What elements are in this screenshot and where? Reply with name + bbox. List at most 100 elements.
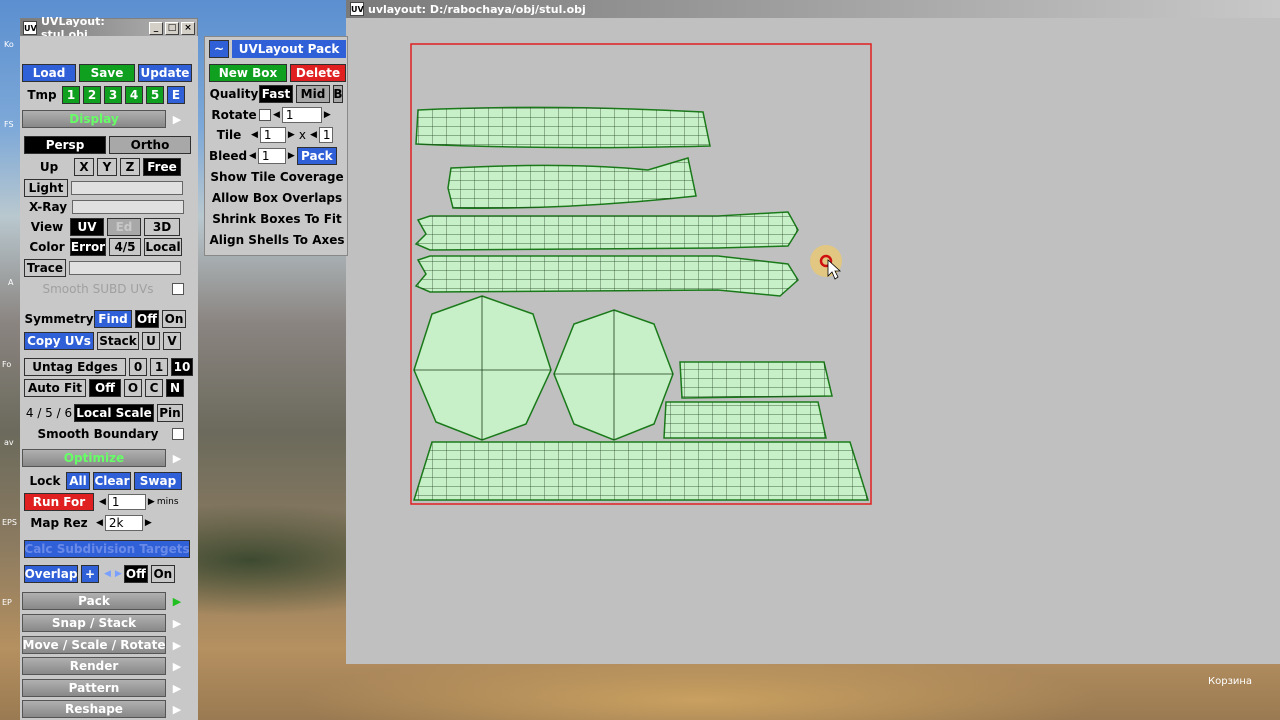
- load-button[interactable]: Load: [22, 64, 76, 82]
- bleed-increase-icon[interactable]: ▶: [288, 151, 295, 161]
- align-shells-to-axes-toggle[interactable]: Align Shells To Axes: [209, 231, 345, 249]
- overlap-prev-icon[interactable]: ◀: [104, 569, 111, 579]
- overlap-next-icon[interactable]: ▶: [115, 569, 122, 579]
- quality-fast-button[interactable]: Fast: [259, 85, 293, 103]
- main-window-titlebar[interactable]: UV uvlayout: D:/rabochaya/obj/stul.obj: [346, 0, 1280, 18]
- map-rez-increase-icon[interactable]: ▶: [145, 518, 152, 528]
- up-x-button[interactable]: X: [74, 158, 94, 176]
- rotate-field[interactable]: 1: [281, 107, 322, 123]
- tile-y-field[interactable]: 1: [318, 127, 333, 143]
- run-for-field[interactable]: 1: [107, 494, 146, 510]
- move-scale-rotate-expand-icon[interactable]: ▶: [169, 639, 185, 652]
- auto-fit-c-button[interactable]: C: [145, 379, 163, 397]
- maximize-button[interactable]: □: [165, 21, 179, 35]
- uv-shell[interactable]: [414, 211, 799, 251]
- save-button[interactable]: Save: [79, 64, 135, 82]
- pattern-section-toggle[interactable]: Pattern: [22, 679, 166, 697]
- symmetry-off-button[interactable]: Off: [135, 310, 159, 328]
- view-3d-button[interactable]: 3D: [144, 218, 180, 236]
- quality-mid-button[interactable]: Mid: [296, 85, 330, 103]
- show-tile-coverage-toggle[interactable]: Show Tile Coverage: [209, 168, 345, 186]
- reshape-expand-icon[interactable]: ▶: [169, 703, 185, 716]
- up-y-button[interactable]: Y: [97, 158, 117, 176]
- uv-shell[interactable]: [415, 106, 711, 149]
- desktop-icon-label[interactable]: av: [4, 438, 14, 447]
- run-for-button[interactable]: Run For: [24, 493, 94, 511]
- overlap-button[interactable]: Overlap: [24, 565, 78, 583]
- run-for-increase-icon[interactable]: ▶: [148, 497, 155, 507]
- pack-button[interactable]: Pack: [296, 147, 337, 165]
- recycle-bin-label[interactable]: Корзина: [1208, 676, 1252, 687]
- overlap-on-button[interactable]: On: [150, 565, 175, 583]
- pack-run-icon[interactable]: ▶: [169, 595, 185, 608]
- tile-y-decrease-icon[interactable]: ◀: [310, 130, 317, 140]
- display-expand-icon[interactable]: ▶: [169, 113, 185, 126]
- pin-button[interactable]: Pin: [157, 404, 183, 422]
- pack-tilde-button[interactable]: ~: [209, 40, 229, 58]
- uv-canvas[interactable]: [348, 18, 1278, 664]
- pattern-expand-icon[interactable]: ▶: [169, 682, 185, 695]
- auto-fit-button[interactable]: Auto Fit: [24, 379, 86, 397]
- lock-swap-button[interactable]: Swap: [134, 472, 182, 490]
- delete-button[interactable]: Delete: [290, 64, 346, 82]
- quality-best-button[interactable]: B: [333, 85, 343, 103]
- update-button[interactable]: Update: [138, 64, 192, 82]
- stack-button[interactable]: Stack: [97, 332, 139, 350]
- uv-shell[interactable]: [663, 401, 827, 439]
- tile-x-increase-icon[interactable]: ▶: [288, 130, 295, 140]
- persp-button[interactable]: Persp: [24, 136, 106, 154]
- smooth-subd-checkbox[interactable]: [172, 283, 184, 295]
- light-slider[interactable]: [71, 181, 183, 195]
- auto-fit-n-button[interactable]: N: [166, 379, 184, 397]
- snap-stack-section-toggle[interactable]: Snap / Stack: [22, 614, 166, 632]
- lock-all-button[interactable]: All: [66, 472, 90, 490]
- xray-slider[interactable]: [72, 200, 184, 214]
- desktop-icon-label[interactable]: EP: [2, 598, 12, 607]
- tmp-slot-3[interactable]: 3: [104, 86, 122, 104]
- untag-10-button[interactable]: 10: [171, 358, 193, 376]
- symmetry-find-button[interactable]: Find: [94, 310, 132, 328]
- auto-fit-off-button[interactable]: Off: [89, 379, 121, 397]
- panel-window-titlebar[interactable]: UV UVLayout: stul.obj _ □ ×: [21, 15, 197, 41]
- minimize-button[interactable]: _: [149, 21, 163, 35]
- trace-slider[interactable]: [69, 261, 181, 275]
- uv-shell[interactable]: [412, 441, 870, 501]
- ortho-button[interactable]: Ortho: [109, 136, 191, 154]
- shrink-boxes-to-fit-toggle[interactable]: Shrink Boxes To Fit: [209, 210, 345, 228]
- bleed-decrease-icon[interactable]: ◀: [249, 151, 256, 161]
- display-section-toggle[interactable]: Display: [22, 110, 166, 128]
- tmp-slot-e[interactable]: E: [167, 86, 185, 104]
- uv-shell[interactable]: [447, 157, 697, 209]
- tmp-slot-1[interactable]: 1: [62, 86, 80, 104]
- uv-shell[interactable]: [414, 255, 799, 297]
- light-button[interactable]: Light: [24, 179, 68, 197]
- overlap-plus-button[interactable]: +: [81, 565, 99, 583]
- copy-uvs-button[interactable]: Copy UVs: [24, 332, 94, 350]
- uv-shell-octagon[interactable]: [413, 295, 552, 441]
- tmp-slot-2[interactable]: 2: [83, 86, 101, 104]
- close-button[interactable]: ×: [181, 21, 195, 35]
- desktop-icon-label[interactable]: Fo: [2, 360, 11, 369]
- render-section-toggle[interactable]: Render: [22, 657, 166, 675]
- desktop-icon-label[interactable]: EPS: [2, 518, 17, 527]
- view-uv-button[interactable]: UV: [70, 218, 104, 236]
- auto-fit-o-button[interactable]: O: [124, 379, 142, 397]
- optimize-expand-icon[interactable]: ▶: [169, 452, 185, 465]
- tmp-slot-4[interactable]: 4: [125, 86, 143, 104]
- calc-subdivision-targets-button[interactable]: Calc Subdivision Targets: [24, 540, 190, 558]
- reshape-section-toggle[interactable]: Reshape: [22, 700, 166, 718]
- uv-viewport[interactable]: [348, 18, 1278, 664]
- uv-shell[interactable]: [679, 361, 833, 399]
- map-rez-field[interactable]: 2k: [104, 515, 143, 531]
- tmp-slot-5[interactable]: 5: [146, 86, 164, 104]
- run-for-decrease-icon[interactable]: ◀: [99, 497, 106, 507]
- move-scale-rotate-section-toggle[interactable]: Move / Scale / Rotate: [22, 636, 166, 654]
- up-z-button[interactable]: Z: [120, 158, 140, 176]
- lock-clear-button[interactable]: Clear: [93, 472, 131, 490]
- smooth-boundary-checkbox[interactable]: [172, 428, 184, 440]
- view-ed-button[interactable]: Ed: [107, 218, 141, 236]
- color-error-button[interactable]: Error: [70, 238, 106, 256]
- untag-1-button[interactable]: 1: [150, 358, 168, 376]
- symmetry-on-button[interactable]: On: [162, 310, 186, 328]
- trace-button[interactable]: Trace: [24, 259, 66, 277]
